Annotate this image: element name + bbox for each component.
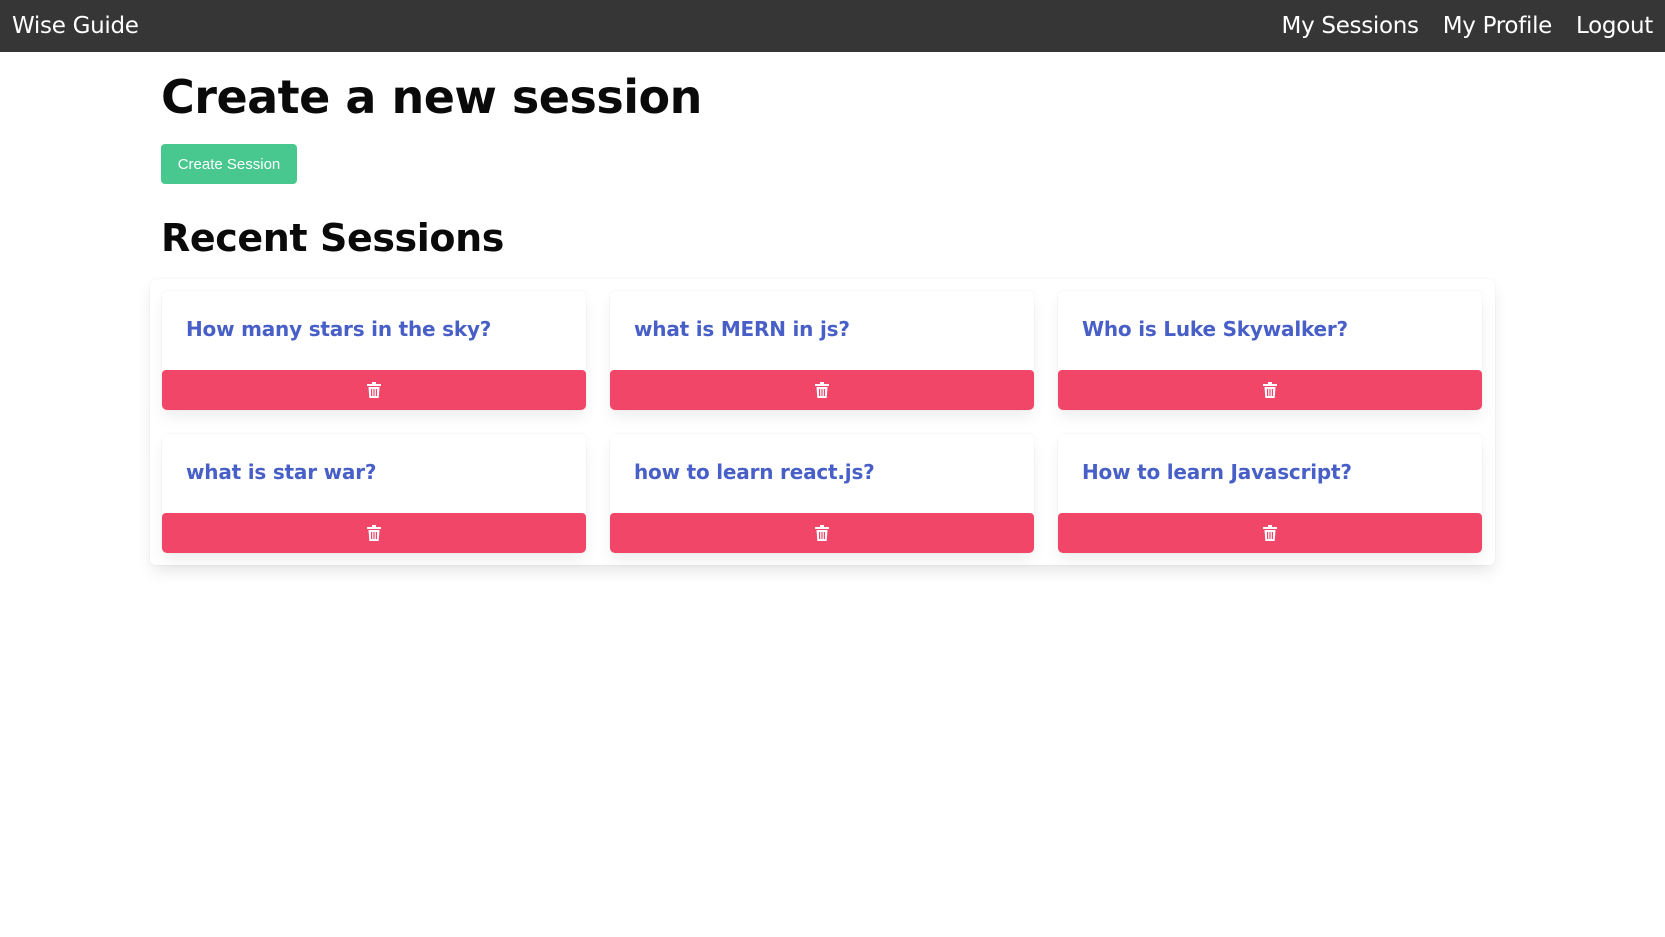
delete-session-button[interactable] <box>610 513 1034 553</box>
trash-icon <box>1263 382 1277 398</box>
trash-icon <box>1263 525 1277 541</box>
session-title-link[interactable]: what is MERN in js? <box>634 317 850 341</box>
session-title-link[interactable]: How many stars in the sky? <box>186 317 491 341</box>
session-card: what is star war? <box>162 434 586 553</box>
trash-icon <box>367 382 381 398</box>
page-title: Create a new session <box>161 70 702 124</box>
session-card: what is MERN in js? <box>610 291 1034 410</box>
trash-icon <box>367 525 381 541</box>
nav-my-sessions-link[interactable]: My Sessions <box>1282 13 1420 39</box>
recent-sessions-container: How many stars in the sky? what is MERN … <box>150 279 1495 565</box>
recent-sessions-heading: Recent Sessions <box>161 216 504 260</box>
brand-link[interactable]: Wise Guide <box>12 13 139 39</box>
delete-session-button[interactable] <box>1058 513 1482 553</box>
nav-logout-link[interactable]: Logout <box>1576 13 1653 39</box>
session-card: How to learn Javascript? <box>1058 434 1482 553</box>
session-card: how to learn react.js? <box>610 434 1034 553</box>
delete-session-button[interactable] <box>1058 370 1482 410</box>
session-title-link[interactable]: Who is Luke Skywalker? <box>1082 317 1348 341</box>
top-navbar: Wise Guide My Sessions My Profile Logout <box>0 0 1665 52</box>
trash-icon <box>815 382 829 398</box>
nav-links: My Sessions My Profile Logout <box>1258 13 1654 39</box>
session-card: How many stars in the sky? <box>162 291 586 410</box>
session-title-link[interactable]: how to learn react.js? <box>634 460 875 484</box>
session-card: Who is Luke Skywalker? <box>1058 291 1482 410</box>
create-session-button[interactable]: Create Session <box>161 144 297 184</box>
session-title-link[interactable]: How to learn Javascript? <box>1082 460 1352 484</box>
trash-icon <box>815 525 829 541</box>
delete-session-button[interactable] <box>162 513 586 553</box>
delete-session-button[interactable] <box>610 370 1034 410</box>
nav-my-profile-link[interactable]: My Profile <box>1443 13 1553 39</box>
session-title-link[interactable]: what is star war? <box>186 460 376 484</box>
delete-session-button[interactable] <box>162 370 586 410</box>
